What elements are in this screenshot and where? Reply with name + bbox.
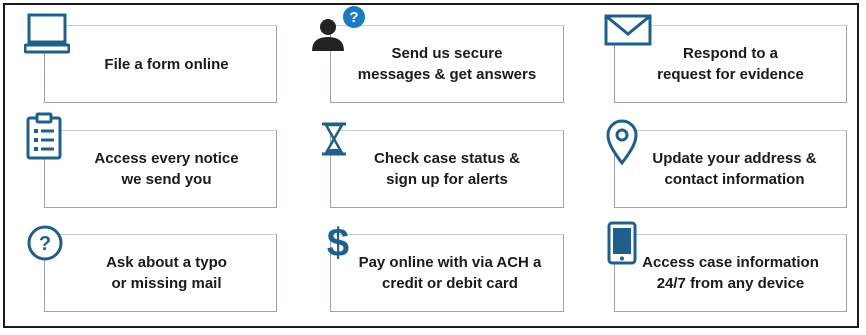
card-label: Send us secure messages & get answers: [357, 45, 537, 83]
card-update-address[interactable]: Update your address & contact informatio…: [614, 130, 847, 208]
mobile-phone-icon: [606, 220, 638, 266]
card-file-form[interactable]: File a form online: [44, 25, 277, 103]
dollar-sign-icon: $: [323, 218, 353, 262]
card-pay-online[interactable]: Pay online with via ACH a credit or debi…: [330, 234, 564, 312]
user-question-icon: ?: [308, 5, 370, 55]
card-typo-mail[interactable]: Ask about a typo or missing mail: [44, 234, 277, 312]
card-label: Check case status & sign up for alerts: [374, 150, 520, 188]
card-label: Access case information 24/7 from any de…: [642, 254, 819, 292]
card-label: Ask about a typo or missing mail: [106, 254, 227, 292]
card-label: File a form online: [104, 55, 229, 73]
card-label: Pay online with via ACH a credit or debi…: [358, 254, 542, 292]
card-label: Respond to a request for evidence: [657, 45, 804, 83]
svg-text:$: $: [327, 221, 349, 262]
location-pin-icon: [605, 119, 639, 165]
card-label: Access every notice we send you: [94, 150, 239, 188]
envelope-icon: [604, 14, 652, 46]
question-circle-icon: ?: [26, 224, 64, 262]
clipboard-list-icon: [24, 112, 64, 162]
svg-text:?: ?: [39, 233, 51, 255]
card-case-info[interactable]: Access case information 24/7 from any de…: [614, 234, 847, 312]
svg-text:?: ?: [349, 9, 358, 26]
card-case-status[interactable]: Check case status & sign up for alerts: [330, 130, 564, 208]
laptop-icon: [24, 12, 70, 56]
hourglass-icon: [319, 121, 349, 157]
card-access-notice[interactable]: Access every notice we send you: [44, 130, 277, 208]
card-label: Update your address & contact informatio…: [652, 150, 817, 188]
